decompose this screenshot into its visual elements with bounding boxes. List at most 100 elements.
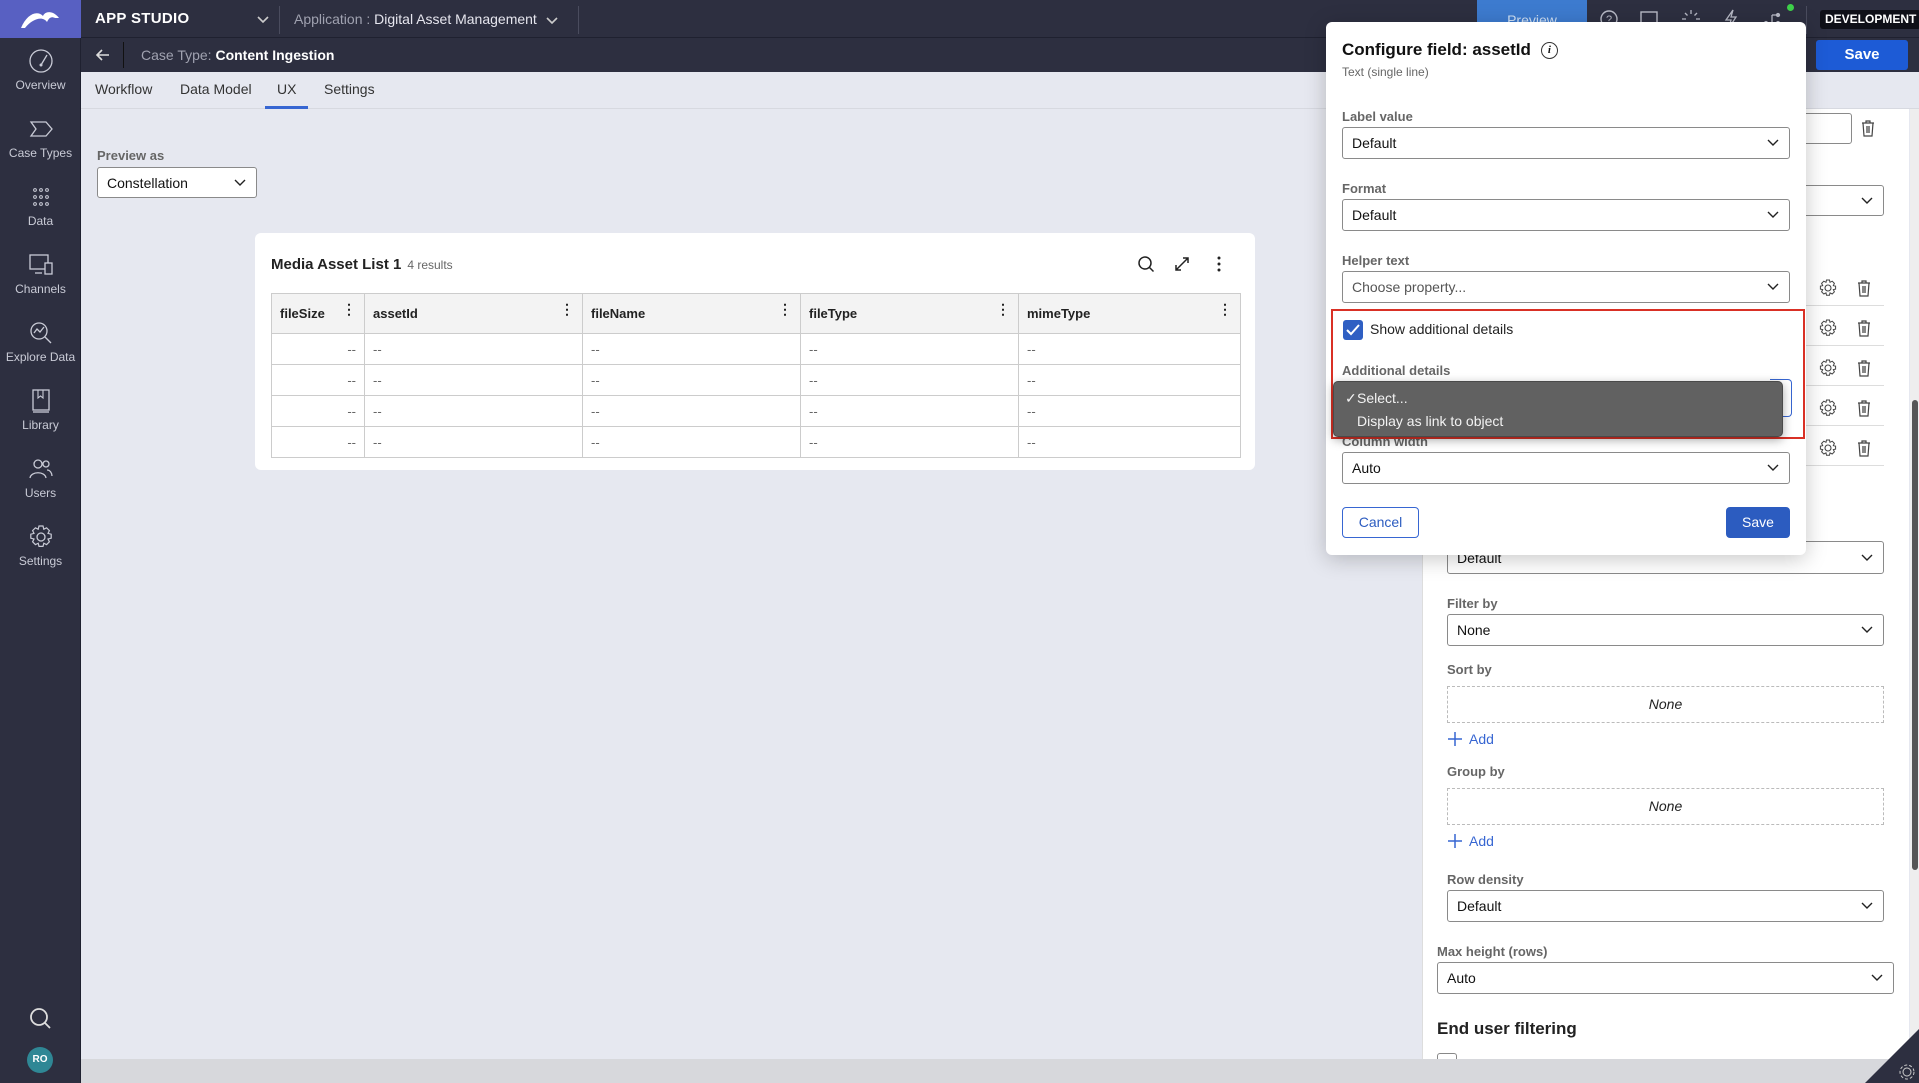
search-icon[interactable] (28, 1006, 54, 1032)
expand-icon[interactable] (1173, 255, 1191, 273)
helper-text-label: Helper text (1342, 253, 1410, 268)
column-menu-icon[interactable]: ⋮ (1218, 302, 1232, 316)
table-row[interactable]: -- -- -- -- -- (271, 426, 1241, 458)
sidebar-item-users[interactable]: Users (0, 456, 81, 500)
column-header-filesize[interactable]: fileSize ⋮ (271, 293, 365, 334)
option-label: Display as link to object (1357, 413, 1504, 429)
chevron-down-icon[interactable] (256, 12, 270, 26)
table-cell: -- (364, 395, 583, 427)
divider (1800, 385, 1884, 386)
sidebar-item-overview[interactable]: Overview (0, 48, 81, 92)
dashboard-icon (28, 49, 53, 73)
select-value: Auto (1447, 970, 1476, 986)
trash-icon[interactable] (1854, 358, 1874, 378)
cancel-button[interactable]: Cancel (1342, 507, 1419, 538)
gear-icon[interactable] (1818, 398, 1838, 418)
table-row[interactable]: -- -- -- -- -- (271, 333, 1241, 365)
trash-icon[interactable] (1854, 438, 1874, 458)
sidebar-item-settings[interactable]: Settings (0, 524, 81, 568)
sidebar-item-case-types[interactable]: Case Types (0, 116, 81, 160)
max-height-label: Max height (rows) (1437, 944, 1548, 959)
results-count: 4 results (407, 258, 453, 272)
dropdown-option-select[interactable]: ✓ Select... (1345, 390, 1408, 406)
column-header-assetid[interactable]: assetId ⋮ (364, 293, 583, 334)
table-cell: -- (271, 426, 365, 458)
more-options-icon[interactable] (1210, 255, 1228, 273)
back-arrow-icon[interactable] (94, 46, 112, 64)
tab-settings[interactable]: Settings (324, 72, 375, 109)
field-type-subtitle: Text (single line) (1342, 65, 1429, 79)
book-icon (31, 389, 50, 413)
add-group-button[interactable]: Add (1447, 833, 1494, 849)
chevron-down-icon (1767, 139, 1779, 146)
chevron-down-icon (1871, 974, 1883, 981)
sidebar-item-label: Users (24, 486, 57, 500)
column-header-filetype[interactable]: fileType ⋮ (800, 293, 1019, 334)
application-selector[interactable]: Application : Digital Asset Management (294, 0, 559, 38)
sidebar-item-label: Channels (15, 282, 66, 296)
trash-icon[interactable] (1854, 398, 1874, 418)
divider (1800, 305, 1884, 306)
info-icon[interactable]: i (1540, 41, 1558, 59)
filter-by-label: Filter by (1447, 596, 1498, 611)
table-cell: -- (800, 426, 1019, 458)
sidebar-item-data[interactable]: Data (0, 184, 81, 228)
dropdown-option-link[interactable]: Display as link to object (1357, 413, 1503, 429)
save-button[interactable]: Save (1816, 40, 1908, 70)
select-value: Auto (1352, 460, 1381, 476)
table-cell: -- (582, 364, 801, 396)
plus-icon (1448, 834, 1462, 848)
gear-icon[interactable] (1818, 278, 1838, 298)
column-header-filename[interactable]: fileName ⋮ (582, 293, 801, 334)
table-cell: -- (1018, 364, 1241, 396)
column-header-mimetype[interactable]: mimeType ⋮ (1018, 293, 1241, 334)
table-cell: -- (582, 426, 801, 458)
label-value-select[interactable]: Default (1342, 127, 1790, 159)
dialog-save-button[interactable]: Save (1726, 507, 1790, 538)
column-menu-icon[interactable]: ⋮ (996, 302, 1010, 316)
preview-as-select[interactable]: Constellation (97, 167, 257, 198)
filter-by-select[interactable]: None (1447, 614, 1884, 646)
select-value: Default (1352, 207, 1397, 223)
table-cell: -- (1018, 395, 1241, 427)
table-cell: -- (364, 426, 583, 458)
tab-data-model[interactable]: Data Model (180, 72, 252, 109)
plus-icon (1448, 732, 1462, 746)
divider (1800, 345, 1884, 346)
max-height-select[interactable]: Auto (1437, 962, 1894, 994)
app-logo[interactable] (0, 0, 81, 38)
sidebar-item-channels[interactable]: Channels (0, 252, 81, 296)
tab-workflow[interactable]: Workflow (95, 72, 152, 109)
table-row[interactable]: -- -- -- -- -- (271, 364, 1241, 396)
data-table: fileSize ⋮ assetId ⋮ fileName ⋮ fileType ⋮ m… (271, 293, 1241, 458)
divider (123, 42, 124, 68)
helper-text-select[interactable]: Choose property... (1342, 271, 1790, 303)
column-menu-icon[interactable]: ⋮ (778, 302, 792, 316)
column-header-label: fileType (809, 306, 858, 321)
table-row[interactable]: -- -- -- -- -- (271, 395, 1241, 427)
tab-ux[interactable]: UX (265, 72, 309, 109)
sidebar-item-library[interactable]: Library (0, 388, 81, 432)
select-value: Default (1457, 898, 1502, 914)
gear-icon[interactable] (1818, 438, 1838, 458)
column-menu-icon[interactable]: ⋮ (560, 302, 574, 316)
trash-icon[interactable] (1854, 278, 1874, 298)
column-width-select[interactable]: Auto (1342, 452, 1790, 484)
format-select[interactable]: Default (1342, 199, 1790, 231)
sidebar-item-label: Explore Data (5, 350, 76, 364)
trash-icon[interactable] (1858, 118, 1878, 138)
gear-icon[interactable] (1818, 358, 1838, 378)
add-sort-button[interactable]: Add (1447, 731, 1494, 747)
column-menu-icon[interactable]: ⋮ (342, 302, 356, 316)
avatar[interactable]: RO (27, 1047, 53, 1073)
trash-icon[interactable] (1854, 318, 1874, 338)
row-density-select[interactable]: Default (1447, 890, 1884, 922)
sidebar-item-explore-data[interactable]: Explore Data (0, 320, 81, 364)
users-icon (28, 459, 53, 479)
search-icon[interactable] (1137, 255, 1155, 273)
column-header-label: mimeType (1027, 306, 1091, 321)
chevron-down-icon (546, 17, 558, 25)
settings-corner-icon[interactable] (1865, 1029, 1919, 1083)
scrollbar-thumb[interactable] (1912, 400, 1918, 870)
gear-icon[interactable] (1818, 318, 1838, 338)
